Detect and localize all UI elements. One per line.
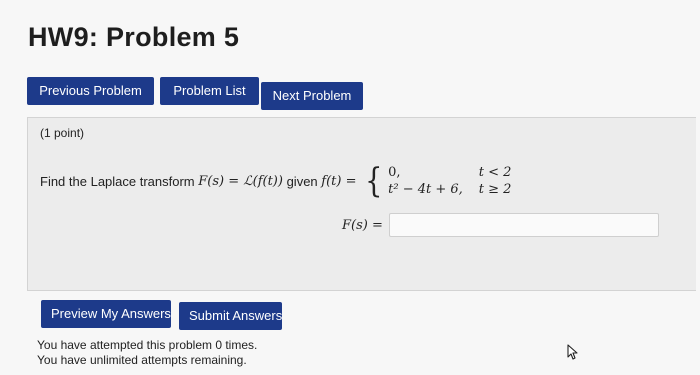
problem-statement: Find the Laplace transform F(s) = ℒ(f(t)… (40, 164, 511, 198)
piecewise-cases: 0, t < 2 t² − 4t + 6, t ≥ 2 (388, 165, 511, 197)
answer-input[interactable] (388, 213, 659, 237)
page-title: HW9: Problem 5 (28, 22, 240, 52)
points-label: (1 point) (40, 126, 85, 140)
case2-expression: t² − 4t + 6, (388, 182, 463, 197)
preview-answers-button[interactable]: Preview My Answers (41, 300, 171, 328)
brace-symbol: { (364, 161, 382, 201)
answer-label: F(s) = (342, 217, 383, 233)
remaining-text: You have unlimited attempts remaining. (37, 353, 247, 367)
case1-expression: 0, (388, 165, 401, 180)
answer-actions: Preview My Answers Submit Answers (41, 300, 282, 330)
next-problem-button[interactable]: Next Problem (261, 82, 363, 110)
attempt-status: You have attempted this problem 0 times.… (37, 338, 257, 368)
case1-condition: t < 2 (478, 165, 512, 180)
piecewise-function: { 0, t < 2 t² − 4t + 6, t ≥ 2 (363, 164, 512, 198)
problem-navigation: Previous Problem Problem List Next Probl… (27, 77, 363, 110)
laplace-definition: F(s) = ℒ(f(t)) (198, 173, 283, 189)
function-label: f(t) = (321, 173, 357, 189)
problem-prompt: Find the Laplace transform (40, 173, 195, 189)
submit-answers-button[interactable]: Submit Answers (179, 302, 282, 330)
case2-condition: t ≥ 2 (478, 182, 512, 197)
given-word: given (286, 173, 318, 189)
previous-problem-button[interactable]: Previous Problem (27, 77, 154, 105)
answer-row: F(s) = (342, 213, 659, 237)
attempts-text: You have attempted this problem 0 times. (37, 338, 258, 352)
problem-list-button[interactable]: Problem List (160, 77, 259, 105)
problem-panel: (1 point) Find the Laplace transform F(s… (27, 117, 696, 291)
mouse-pointer-icon (567, 344, 578, 360)
